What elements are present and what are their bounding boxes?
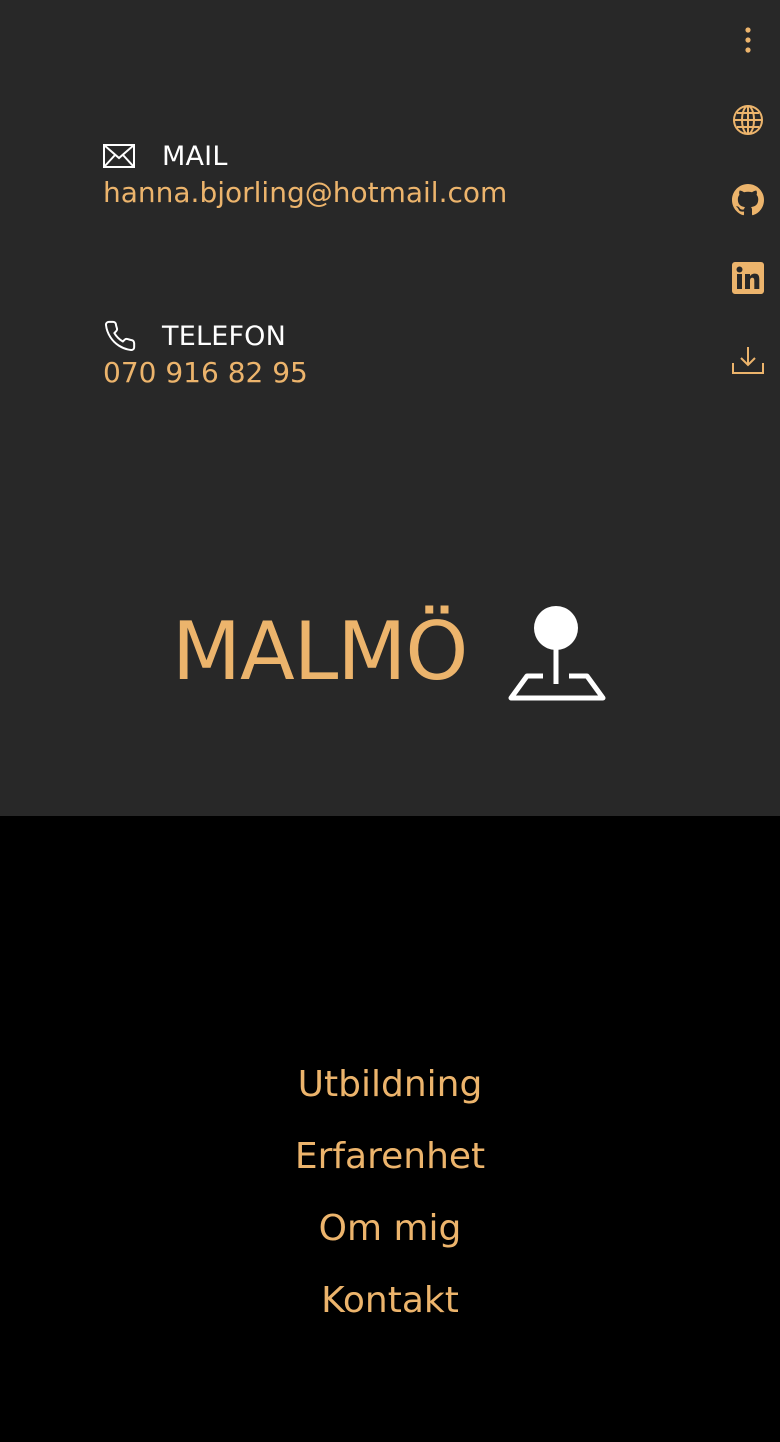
mail-link[interactable]: hanna.bjorling@hotmail.com bbox=[103, 176, 507, 209]
mail-label: MAIL bbox=[162, 140, 228, 172]
more-vertical-icon[interactable] bbox=[728, 20, 768, 60]
nav-item-kontakt[interactable]: Kontakt bbox=[0, 1274, 780, 1346]
nav-item-erfarenhet[interactable]: Erfarenhet bbox=[0, 1130, 780, 1202]
globe-icon[interactable] bbox=[728, 100, 768, 140]
map-pin-icon bbox=[507, 600, 607, 704]
phone-link[interactable]: 070 916 82 95 bbox=[103, 356, 308, 389]
phone-label: TELEFON bbox=[162, 320, 287, 352]
phone-header: TELEFON bbox=[103, 318, 308, 354]
mail-block: MAIL hanna.bjorling@hotmail.com bbox=[103, 138, 507, 209]
download-icon[interactable] bbox=[728, 340, 768, 380]
nav-item-om-mig[interactable]: Om mig bbox=[0, 1202, 780, 1274]
phone-icon bbox=[103, 319, 137, 353]
nav-item-utbildning[interactable]: Utbildning bbox=[0, 1058, 780, 1130]
city-name: MALMÖ bbox=[172, 605, 468, 698]
linkedin-icon[interactable] bbox=[728, 258, 768, 298]
page: MAIL hanna.bjorling@hotmail.com TELEFON … bbox=[0, 0, 780, 1442]
envelope-icon bbox=[103, 139, 137, 173]
location: MALMÖ bbox=[172, 600, 607, 704]
footer-nav: Utbildning Erfarenhet Om mig Kontakt bbox=[0, 1058, 780, 1346]
mail-header: MAIL bbox=[103, 138, 507, 174]
contact-section: MAIL hanna.bjorling@hotmail.com TELEFON … bbox=[0, 0, 780, 816]
phone-block: TELEFON 070 916 82 95 bbox=[103, 318, 308, 390]
github-icon[interactable] bbox=[728, 180, 768, 220]
